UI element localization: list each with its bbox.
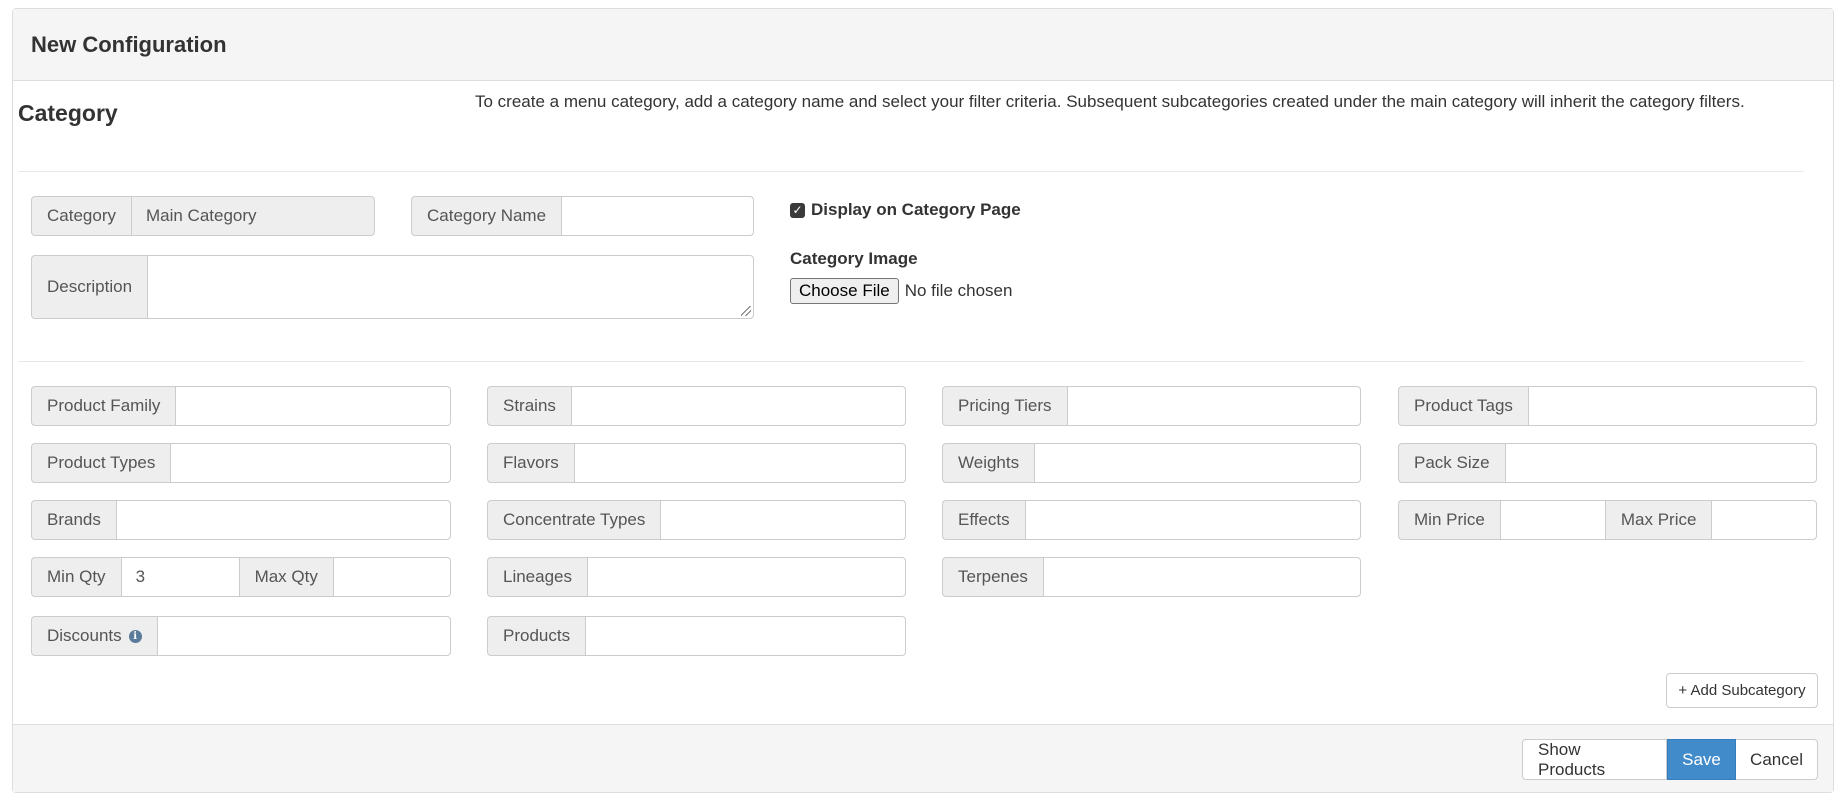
category-name-label: Category Name — [411, 196, 562, 236]
product-family-label: Product Family — [31, 386, 176, 426]
panel-heading: New Configuration — [13, 9, 1833, 81]
category-image-label: Category Image — [790, 249, 918, 268]
max-qty-input[interactable] — [332, 557, 451, 597]
concentrate-types-input[interactable] — [660, 500, 906, 540]
effects-input-group: Effects — [942, 500, 1361, 540]
flavors-label: Flavors — [487, 443, 574, 483]
effects-input[interactable] — [1024, 500, 1361, 540]
category-field: Main Category — [130, 196, 375, 236]
display-on-page-checkbox[interactable]: ✓ — [790, 202, 805, 218]
products-label: Products — [487, 616, 586, 656]
description-label: Description — [31, 255, 148, 319]
show-products-button[interactable]: Show Products — [1522, 739, 1667, 780]
discounts-input-group: Discounts i — [31, 616, 451, 656]
pack-size-input-group: Pack Size — [1398, 443, 1817, 483]
category-label: Category — [31, 196, 131, 236]
terpenes-label: Terpenes — [942, 557, 1043, 597]
display-on-page-row[interactable]: ✓ Display on Category Page — [790, 200, 1021, 220]
qty-range-input-group: Min Qty 3 Max Qty — [31, 557, 451, 597]
lineages-input-group: Lineages — [487, 557, 906, 597]
strains-input-group: Strains — [487, 386, 906, 426]
strains-label: Strains — [487, 386, 571, 426]
category-name-input-group: Category Name — [411, 196, 754, 236]
resize-grip-icon[interactable] — [741, 306, 751, 316]
lineages-label: Lineages — [487, 557, 588, 597]
products-input[interactable] — [585, 616, 906, 656]
terpenes-input-group: Terpenes — [942, 557, 1361, 597]
min-price-label: Min Price — [1398, 500, 1500, 540]
description-input-group: Description — [31, 255, 754, 319]
product-types-label: Product Types — [31, 443, 171, 483]
display-on-page-label: Display on Category Page — [811, 200, 1021, 219]
pricing-tiers-label: Pricing Tiers — [942, 386, 1067, 426]
price-range-input-group: Min Price Max Price — [1398, 500, 1817, 540]
footer-button-group: Show Products Save Cancel — [1522, 739, 1818, 780]
flavors-input-group: Flavors — [487, 443, 906, 483]
help-text: To create a menu category, add a categor… — [475, 92, 1745, 111]
products-input-group: Products — [487, 616, 906, 656]
max-qty-label: Max Qty — [238, 557, 333, 597]
max-price-label: Max Price — [1604, 500, 1712, 540]
info-icon[interactable]: i — [128, 629, 142, 643]
divider — [18, 361, 1804, 362]
effects-label: Effects — [942, 500, 1025, 540]
product-types-input-group: Product Types — [31, 443, 451, 483]
product-family-input[interactable] — [175, 386, 451, 426]
min-price-input[interactable] — [1499, 500, 1605, 540]
pack-size-input[interactable] — [1504, 443, 1817, 483]
product-tags-input-group: Product Tags — [1398, 386, 1817, 426]
weights-label: Weights — [942, 443, 1035, 483]
concentrate-types-label: Concentrate Types — [487, 500, 661, 540]
lineages-input[interactable] — [587, 557, 906, 597]
brands-label: Brands — [31, 500, 116, 540]
no-file-text: No file chosen — [904, 281, 1013, 300]
discounts-input[interactable] — [156, 616, 451, 656]
strains-input[interactable] — [570, 386, 906, 426]
min-qty-label: Min Qty — [31, 557, 121, 597]
brands-input[interactable] — [115, 500, 451, 540]
product-types-input[interactable] — [170, 443, 451, 483]
pricing-tiers-input-group: Pricing Tiers — [942, 386, 1361, 426]
weights-input[interactable] — [1034, 443, 1361, 483]
discounts-addon: Discounts i — [31, 616, 157, 656]
cancel-button[interactable]: Cancel — [1736, 739, 1818, 780]
description-textarea[interactable] — [147, 255, 754, 319]
section-title: Category — [18, 100, 118, 126]
flavors-input[interactable] — [573, 443, 906, 483]
max-price-input[interactable] — [1711, 500, 1817, 540]
terpenes-input[interactable] — [1042, 557, 1361, 597]
save-button[interactable]: Save — [1667, 739, 1736, 780]
category-input-group: Category Main Category — [31, 196, 375, 236]
page-title: New Configuration — [31, 31, 227, 57]
brands-input-group: Brands — [31, 500, 451, 540]
min-qty-input[interactable]: 3 — [120, 557, 239, 597]
choose-file-button[interactable]: Choose File — [790, 278, 899, 304]
pricing-tiers-input[interactable] — [1066, 386, 1361, 426]
product-tags-input[interactable] — [1527, 386, 1817, 426]
weights-input-group: Weights — [942, 443, 1361, 483]
category-name-input[interactable] — [561, 196, 754, 236]
product-family-input-group: Product Family — [31, 386, 451, 426]
divider — [18, 171, 1804, 172]
add-subcategory-button[interactable]: + Add Subcategory — [1666, 673, 1818, 708]
discounts-label: Discounts — [47, 626, 122, 645]
product-tags-label: Product Tags — [1398, 386, 1528, 426]
file-picker: Choose File No file chosen — [790, 278, 1012, 304]
concentrate-types-input-group: Concentrate Types — [487, 500, 906, 540]
pack-size-label: Pack Size — [1398, 443, 1505, 483]
